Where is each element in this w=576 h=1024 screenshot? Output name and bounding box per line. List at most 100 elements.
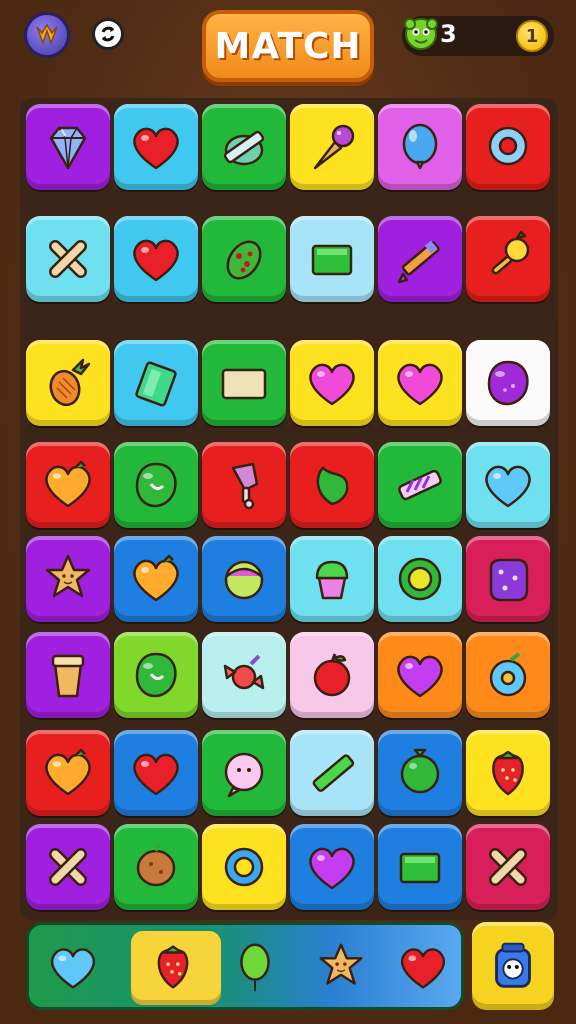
board-tile[interactable] [290, 632, 374, 718]
candy-stick-icon [398, 469, 442, 501]
board-tile[interactable] [290, 216, 374, 302]
board-tile[interactable] [466, 104, 550, 190]
blue-fruit-icon [489, 652, 527, 697]
profile-button[interactable] [24, 12, 70, 58]
shuffle-button[interactable] [92, 18, 124, 50]
green-stick-icon [312, 754, 355, 792]
board-tile[interactable] [114, 442, 198, 528]
board-tile[interactable] [202, 730, 286, 816]
tray-item[interactable] [143, 937, 203, 997]
board-tile[interactable] [26, 216, 110, 302]
board-tile[interactable] [290, 340, 374, 426]
board-tile[interactable] [114, 104, 198, 190]
board-tile[interactable] [466, 730, 550, 816]
purple-bean-icon [487, 360, 529, 406]
ice-pop-icon [231, 462, 259, 510]
board-tile[interactable] [378, 730, 462, 816]
sun-candy-icon [398, 557, 442, 601]
green-card-icon [135, 361, 177, 407]
robot-jar-icon [495, 942, 531, 988]
board-tile[interactable] [114, 824, 198, 910]
board-tile[interactable] [114, 632, 198, 718]
match-title-button[interactable]: MATCH [202, 10, 374, 82]
board-tile[interactable] [26, 632, 110, 718]
collection-tray [26, 922, 464, 1010]
board-tile[interactable] [378, 104, 462, 190]
blue-heart-icon [485, 465, 531, 508]
diamond-gem-icon [49, 126, 87, 170]
board-tile[interactable] [378, 632, 462, 718]
board-tile[interactable] [378, 824, 462, 910]
board-tile[interactable] [202, 340, 286, 426]
green-leaf-icon [316, 466, 349, 506]
board-tile[interactable] [290, 442, 374, 528]
coin-counter: 1 [516, 20, 548, 52]
cross-x-icon [49, 848, 87, 886]
orange-heart-icon [45, 748, 91, 796]
tray-item[interactable] [43, 937, 103, 997]
board-tile[interactable] [114, 536, 198, 622]
board-tile[interactable] [290, 730, 374, 816]
board-tile[interactable] [378, 442, 462, 528]
board-tile[interactable] [114, 216, 198, 302]
orange-heart-icon [133, 554, 179, 602]
board-tile[interactable] [114, 340, 198, 426]
pineapple-icon [49, 358, 91, 407]
board-tile[interactable] [202, 216, 286, 302]
cup-icon [51, 654, 85, 698]
booster-button[interactable] [472, 922, 554, 1010]
blue-balloon-icon [402, 123, 438, 170]
board-tile[interactable] [202, 632, 286, 718]
board-tile[interactable] [26, 824, 110, 910]
wrapped-candy-icon [223, 654, 265, 690]
board-tile[interactable] [202, 104, 286, 190]
board-tile[interactable] [290, 104, 374, 190]
game-board [20, 98, 558, 920]
red-apple-icon [313, 653, 351, 697]
star-cookie-icon [45, 554, 91, 598]
board-tile[interactable] [466, 536, 550, 622]
blue-ring-icon [224, 847, 264, 887]
green-block-icon [311, 244, 353, 276]
board-tile[interactable] [290, 824, 374, 910]
cucumber-icon [226, 240, 262, 280]
pencil-icon [397, 240, 440, 284]
candy-ball-icon [224, 560, 264, 600]
board-tile[interactable] [290, 536, 374, 622]
board-tile[interactable] [378, 216, 462, 302]
board-tile[interactable] [378, 536, 462, 622]
green-monster-icon [404, 18, 438, 50]
board-tile[interactable] [26, 104, 110, 190]
ice-cream-cone-icon [313, 124, 355, 170]
board-tile[interactable] [378, 340, 462, 426]
board-tile[interactable] [202, 536, 286, 622]
board-tile[interactable] [466, 632, 550, 718]
board-tile[interactable] [202, 824, 286, 910]
board-tile[interactable] [202, 442, 286, 528]
board-tile[interactable] [26, 730, 110, 816]
purple-cube-icon [489, 558, 529, 602]
tray-item[interactable] [225, 937, 285, 997]
crossed-pencil-icon [223, 130, 265, 166]
board-tile[interactable] [26, 340, 110, 426]
board-tile[interactable] [466, 216, 550, 302]
tray-item[interactable] [311, 937, 371, 997]
star-cookie-icon [319, 943, 363, 985]
board-tile[interactable] [466, 340, 550, 426]
green-block-icon [399, 852, 441, 884]
purple-heart-icon [397, 655, 443, 698]
strawberry-icon [492, 750, 524, 796]
pink-heart-icon [397, 363, 443, 406]
board-tile[interactable] [26, 442, 110, 528]
cupcake-icon [315, 560, 349, 600]
pink-heart-icon [309, 363, 355, 406]
cross-x-icon [49, 240, 87, 278]
green-balloon-icon [240, 943, 270, 992]
game-title: MATCH [214, 25, 362, 67]
board-tile[interactable] [466, 442, 550, 528]
board-tile[interactable] [114, 730, 198, 816]
board-tile[interactable] [26, 536, 110, 622]
potato-icon [136, 843, 176, 887]
tray-item[interactable] [393, 937, 453, 997]
board-tile[interactable] [466, 824, 550, 910]
